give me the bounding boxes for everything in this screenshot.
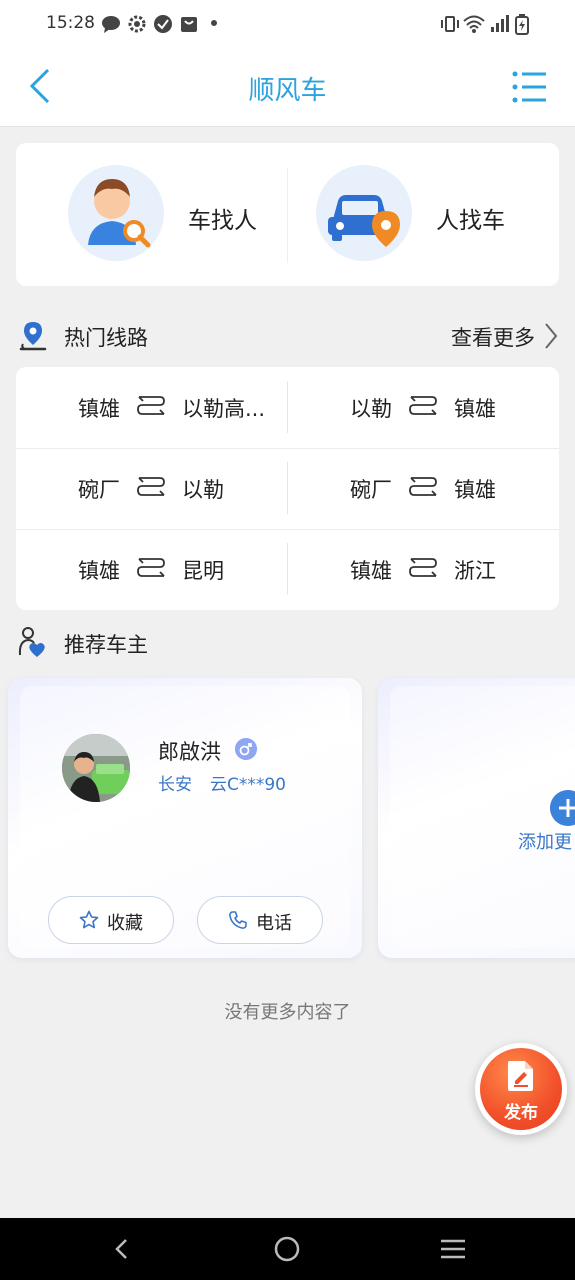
route-row: 碗厂 以勒 碗厂 镇雄 [16,448,559,530]
round-trip-arrow-icon [409,396,437,415]
route-to: 浙江 [454,559,496,583]
phone-button[interactable]: 电话 [197,896,323,944]
section-title: 热门线路 [64,326,148,350]
route-to: 以勒高... [182,397,266,421]
driver-card-inner: 郎啟洪 长安 云C***90 收藏 电话 [20,686,350,948]
avatar [62,734,130,802]
vibrate-icon [441,16,459,32]
signal-icon [491,15,509,32]
publish-button[interactable]: 发布 [475,1043,567,1135]
nav-back-icon[interactable] [110,1237,134,1261]
phone-label: 电话 [256,913,292,934]
driver-car-model: 长安 [158,775,192,795]
view-more-link[interactable]: 查看更多 [451,322,535,352]
route-pin-icon [19,322,47,351]
favorite-label: 收藏 [107,913,143,934]
round-trip-arrow-icon [137,558,165,577]
plus-icon[interactable] [550,790,575,826]
status-bar: 15:28 [0,0,575,48]
route-from: 以勒 [350,397,392,421]
add-driver-card-inner [390,686,575,948]
route-item[interactable]: 碗厂 以勒 [16,448,287,529]
quick-action-label: 车找人 [188,208,257,234]
person-heart-icon [18,627,45,657]
nav-home-icon[interactable] [274,1236,300,1262]
check-circle-icon [154,15,172,33]
end-of-list-text: 没有更多内容了 [224,1002,351,1023]
route-from: 碗厂 [350,478,392,502]
route-to: 镇雄 [454,397,496,421]
passenger-find-driver-button[interactable]: 人找车 [316,165,556,265]
route-item[interactable]: 以勒 镇雄 [288,367,559,448]
driver-card[interactable]: 郎啟洪 长安 云C***90 收藏 电话 [8,678,362,958]
route-from: 镇雄 [78,397,120,421]
publish-label: 发布 [504,1103,538,1123]
notification-dot-icon [211,20,217,26]
recommended-drivers-header: 推荐车主 [16,623,559,663]
male-icon [235,738,257,760]
passenger-search-icon [68,165,164,261]
battery-icon [515,14,529,35]
shopping-bag-icon [181,17,197,32]
add-driver-label: 添加更 [518,832,572,853]
route-from: 碗厂 [78,478,120,502]
settings-icon [128,15,146,33]
route-from: 镇雄 [78,559,120,583]
route-to: 以勒 [182,478,224,502]
route-to: 镇雄 [454,478,496,502]
add-driver-card[interactable]: 添加更 [378,678,575,958]
message-icon [102,16,120,33]
route-item[interactable]: 镇雄 昆明 [16,529,287,610]
round-trip-arrow-icon [137,396,165,415]
chevron-right-icon[interactable] [543,322,559,350]
route-row: 镇雄 以勒高... 以勒 镇雄 [16,367,559,449]
driver-plate: 云C***90 [210,775,287,795]
route-item[interactable]: 碗厂 镇雄 [288,448,559,529]
phone-icon [229,911,247,929]
driver-find-passenger-button[interactable]: 车找人 [68,165,308,265]
driver-name: 郎啟洪 [158,740,221,764]
header-bar: 顺风车 [0,48,575,127]
list-menu-icon[interactable] [512,70,548,104]
round-trip-arrow-icon [137,477,165,496]
route-row: 镇雄 昆明 镇雄 浙江 [16,529,559,610]
round-trip-arrow-icon [409,477,437,496]
page-title: 顺风车 [248,76,327,106]
quick-action-label: 人找车 [436,208,505,234]
route-item[interactable]: 镇雄 浙江 [288,529,559,610]
quick-actions-card: 车找人 人找车 [16,143,559,286]
route-item[interactable]: 镇雄 以勒高... [16,367,287,448]
favorite-button[interactable]: 收藏 [48,896,174,944]
route-from: 镇雄 [350,559,392,583]
edit-document-icon [508,1061,533,1091]
divider [287,168,288,263]
hot-routes-header: 热门线路 查看更多 [16,316,559,356]
star-icon [79,910,99,929]
wifi-icon [463,15,485,33]
hot-routes-grid: 镇雄 以勒高... 以勒 镇雄 碗厂 以勒 碗厂 镇雄 镇雄 昆明 镇雄 浙江 [16,367,559,610]
route-to: 昆明 [182,559,224,583]
car-location-icon [316,165,412,261]
round-trip-arrow-icon [409,558,437,577]
system-nav-bar [0,1218,575,1280]
section-title: 推荐车主 [64,633,148,657]
status-time: 15:28 [46,13,95,33]
nav-recents-icon[interactable] [440,1238,466,1260]
